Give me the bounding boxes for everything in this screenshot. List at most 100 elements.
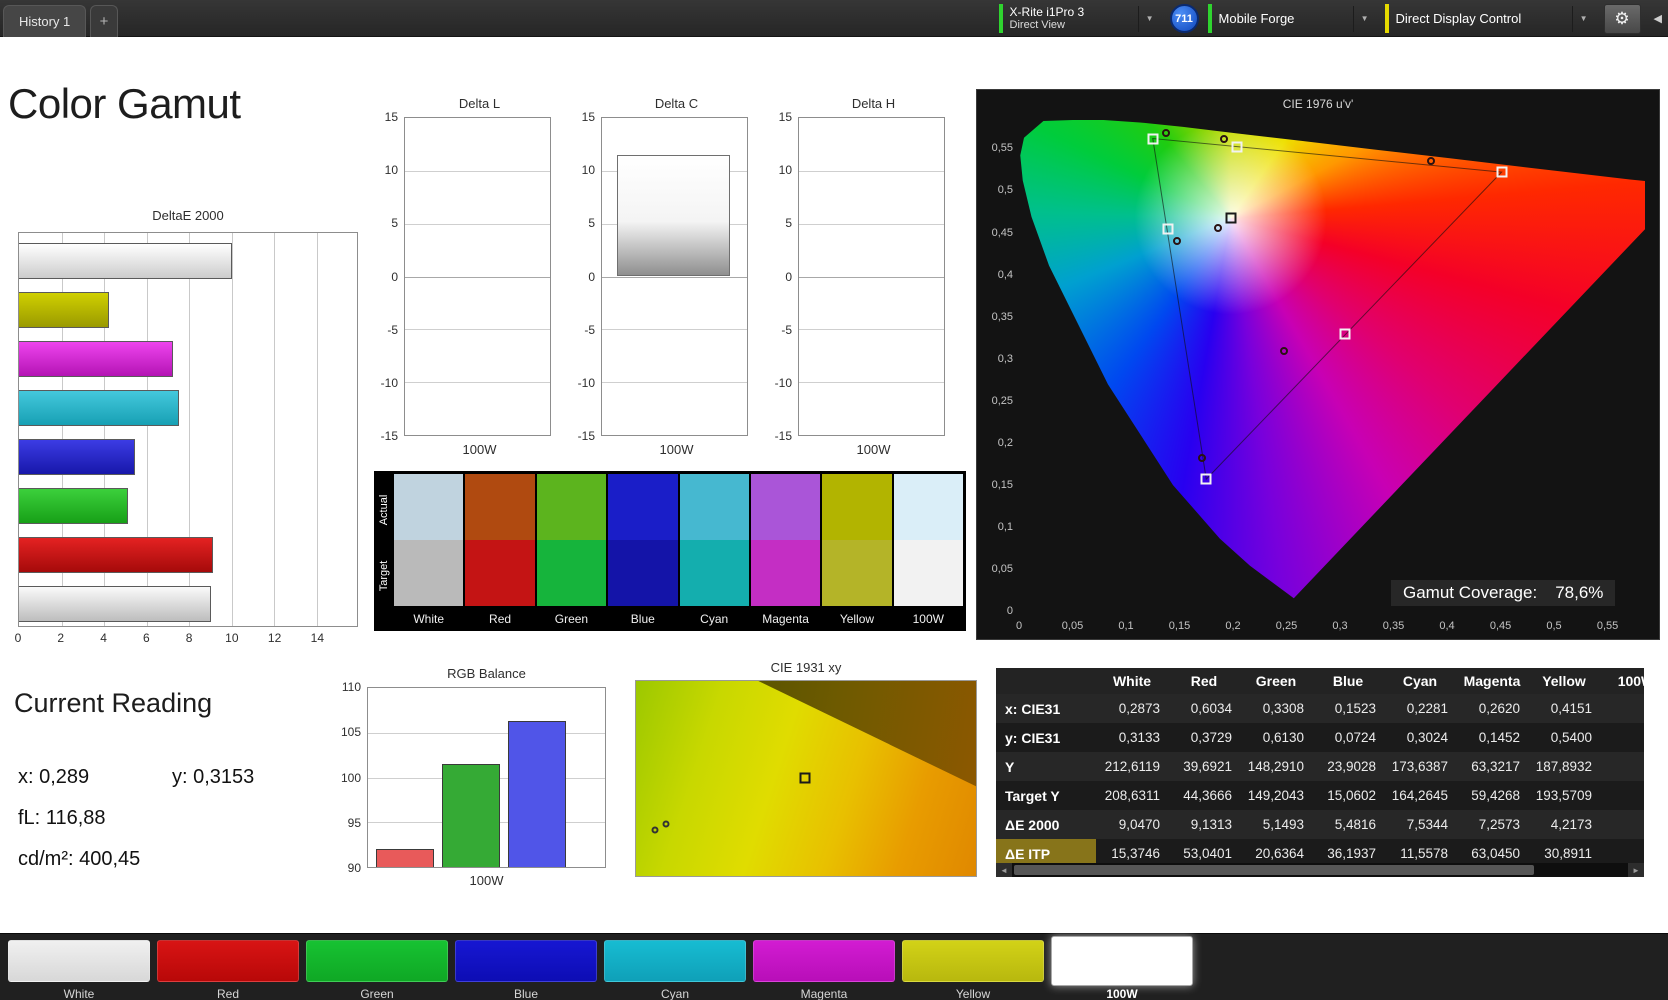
target-swatch xyxy=(750,540,821,606)
pattern-button-100w[interactable]: 100W xyxy=(1051,936,1193,1000)
bar-blue xyxy=(19,439,136,475)
y-tick-label: -10 xyxy=(577,375,595,390)
swatch-column-magenta: Magenta xyxy=(750,474,821,631)
table-row-y-cie31[interactable]: y: CIE31 0,3133 0,3729 0,6130 0,0724 0,3024 0,… xyxy=(996,723,1644,752)
y-tick-label: 0,15 xyxy=(991,478,1013,491)
cie1931-chart: CIE 1931 xy xyxy=(635,660,977,877)
x-tick-label: 0,4 xyxy=(1439,620,1455,632)
measured-marker-blue xyxy=(1197,454,1206,463)
pattern-button-magenta[interactable]: Magenta xyxy=(753,940,895,1000)
cell: 40 xyxy=(1600,759,1644,774)
target-marker-yellow xyxy=(1231,141,1243,153)
display-status-indicator xyxy=(1384,4,1389,33)
table-header-row: White Red Green Blue Cyan Magenta Yellow 100W xyxy=(996,668,1644,694)
swatch-column-green: Green xyxy=(536,474,607,631)
settings-button[interactable]: ⚙ xyxy=(1603,3,1641,34)
gamut-coverage-readout: Gamut Coverage: 78,6% xyxy=(1391,580,1616,606)
cell: 5,4816 xyxy=(1334,817,1376,832)
y-tick-label: 110 xyxy=(341,680,361,694)
pattern-button-red[interactable]: Red xyxy=(157,940,299,1000)
y-tick-label: 15 xyxy=(778,110,792,124)
deltae2000-chart: DeltaE 2000 0 2 4 6 8 10 12 14 xyxy=(15,208,358,647)
cell: 0,6034 xyxy=(1190,701,1232,716)
pattern-label: 100W xyxy=(1106,987,1138,1000)
cell: 0,2873 xyxy=(1118,701,1160,716)
y-tick-label: 0,2 xyxy=(997,436,1013,449)
reading-y: y: 0,3153 xyxy=(172,766,255,788)
display-control-label: Direct Display Control xyxy=(1395,11,1522,26)
meter-dropdown[interactable]: X-Rite i1Pro 3 Direct View ▼ xyxy=(998,0,1161,37)
pattern-label: Cyan xyxy=(660,987,689,1000)
target-marker xyxy=(799,772,811,784)
rgb-y-axis: 110 105 100 95 90 xyxy=(339,680,367,875)
bar-yellow xyxy=(19,292,109,328)
y-tick-label: 0,3 xyxy=(997,352,1013,365)
column-header-yellow: Yellow xyxy=(1542,673,1586,689)
y-tick-label: 0,4 xyxy=(997,268,1013,281)
deltaH-title: Delta H xyxy=(851,96,896,111)
deltaH-plot xyxy=(798,117,945,436)
cell: 187,8932 xyxy=(1535,759,1592,774)
meter-info: X-Rite i1Pro 3 Direct View xyxy=(1010,5,1085,33)
gridline xyxy=(405,276,550,278)
cell: 14 xyxy=(1600,846,1644,861)
pattern-label: White xyxy=(63,987,95,1000)
meter-count-badge: 711 xyxy=(1169,4,1199,33)
cell: 10 xyxy=(1600,817,1644,832)
cell: 15,3746 xyxy=(1111,846,1160,861)
y-tick-label: 0,5 xyxy=(997,184,1013,197)
calibration-app-window: History 1 + X-Rite i1Pro 3 Direct View ▼… xyxy=(0,0,1668,1000)
swatch-label: Blue xyxy=(630,611,655,626)
target-swatch xyxy=(608,540,678,606)
chevron-down-icon[interactable]: ▼ xyxy=(1352,5,1376,32)
y-tick-label: 0,45 xyxy=(991,226,1013,239)
y-tick-label: 10 xyxy=(384,163,398,178)
tab-history-1[interactable]: History 1 xyxy=(3,5,87,37)
collapse-arrow-icon[interactable]: ◀ xyxy=(1650,12,1666,25)
table-row-x-cie31[interactable]: x: CIE31 0,2873 0,6034 0,3308 0,1523 0,2281 0,… xyxy=(996,694,1644,723)
table-scrollbar[interactable]: ◄ ► xyxy=(996,863,1644,877)
table-row--e-2000[interactable]: ΔE 2000 9,0470 9,1313 5,1493 5,4816 7,5344 7,2… xyxy=(996,810,1644,839)
cell: 7,2573 xyxy=(1478,817,1520,832)
y-tick-label: 0 xyxy=(391,269,398,284)
actual-swatch xyxy=(465,474,535,540)
row-label: Target Y xyxy=(1005,787,1060,804)
column-header-cyan: Cyan xyxy=(1402,673,1438,689)
meter-name: X-Rite i1Pro 3 xyxy=(1009,4,1085,19)
deltaC-y-axis: 15 10 5 0 -5 -10 -15 xyxy=(567,110,601,443)
cell: 0,3729 xyxy=(1190,730,1232,745)
swatch-column-white: White xyxy=(394,474,464,631)
scroll-left-icon[interactable]: ◄ xyxy=(996,863,1012,877)
table-row-y[interactable]: Y 212,6119 39,6921 148,2910 23,9028 173,6387 6… xyxy=(996,752,1644,781)
pattern-button-blue[interactable]: Blue xyxy=(455,940,597,1000)
pattern-button-cyan[interactable]: Cyan xyxy=(604,940,746,1000)
measured-marker-green xyxy=(1161,129,1170,138)
gridline xyxy=(316,233,318,626)
pattern-button-white[interactable]: White xyxy=(8,940,150,1000)
pattern-label: Blue xyxy=(513,987,539,1000)
pattern-label: Magenta xyxy=(800,987,848,1000)
swatch-label: 100W xyxy=(912,611,944,626)
chevron-down-icon[interactable]: ▼ xyxy=(1137,5,1161,32)
y-tick-label: 105 xyxy=(340,725,361,740)
pattern-button-green[interactable]: Green xyxy=(306,940,448,1000)
display-control-dropdown[interactable]: Direct Display Control ▼ xyxy=(1384,0,1595,37)
pattern-swatch xyxy=(306,940,448,982)
swatch-label: Yellow xyxy=(839,611,875,626)
gridline xyxy=(602,329,747,331)
cell: 0,1523 xyxy=(1334,701,1376,716)
add-tab-button[interactable]: + xyxy=(90,5,118,37)
actual-swatch xyxy=(750,474,821,540)
scroll-right-icon[interactable]: ► xyxy=(1628,863,1644,877)
pattern-button-yellow[interactable]: Yellow xyxy=(902,940,1044,1000)
pattern-label: Yellow xyxy=(955,987,991,1000)
actual-swatch xyxy=(679,474,749,540)
measured-marker-yellow xyxy=(1220,135,1229,144)
bar-white xyxy=(19,586,212,622)
pattern-source-dropdown[interactable]: Mobile Forge ▼ xyxy=(1207,0,1376,37)
table-row-target-y[interactable]: Target Y 208,6311 44,3666 149,2043 15,0602 16… xyxy=(996,781,1644,810)
pattern-source-label: Mobile Forge xyxy=(1218,11,1295,26)
scrollbar-thumb[interactable] xyxy=(1014,865,1534,875)
target-marker-blue xyxy=(1200,473,1212,485)
chevron-down-icon[interactable]: ▼ xyxy=(1571,5,1595,32)
